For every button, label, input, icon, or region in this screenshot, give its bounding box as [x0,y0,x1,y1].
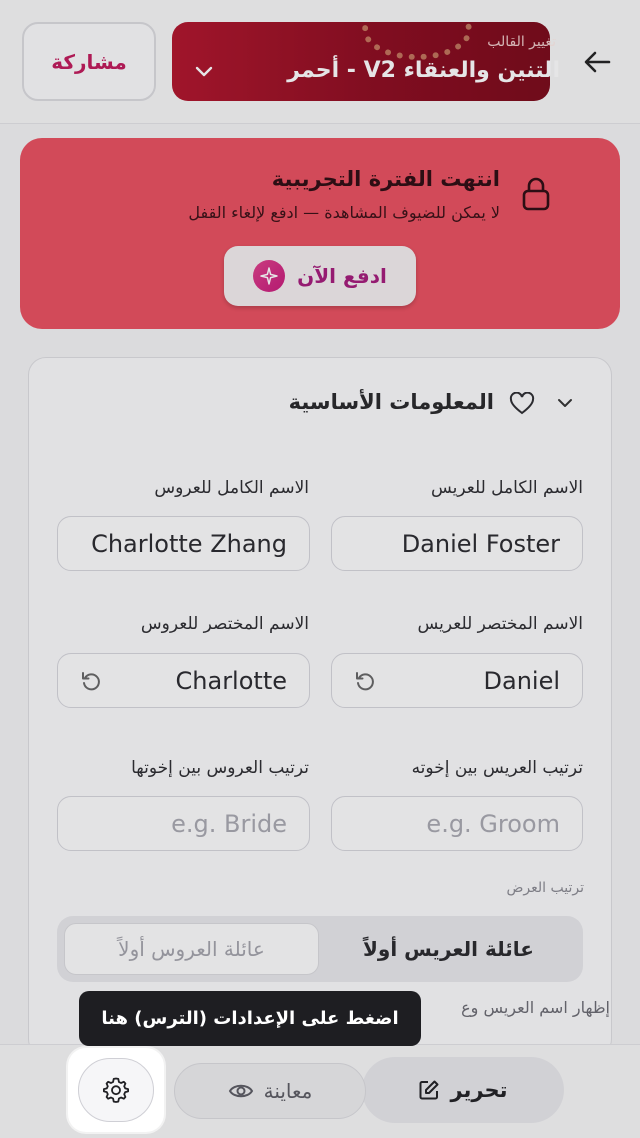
bride-short-name-label: الاسم المختصر للعروس [140,614,309,634]
settings-button[interactable] [78,1058,154,1122]
bride-short-name-value: Charlotte [175,666,287,695]
template-name[interactable]: التنين والعنقاء V2 - أحمر [287,58,560,83]
bride-order-placeholder: e.g. Bride [171,809,287,838]
preview-label: معاينة [263,1079,313,1103]
display-order-label: ترتيب العرض [506,880,585,896]
lock-icon [521,177,551,215]
template-change-label: تغيير القالب [487,34,556,50]
groom-order-label: ترتيب العريس بين إخوته [411,758,583,778]
template-decoration [362,22,472,60]
groom-short-name-value: Daniel [483,666,561,695]
display-order-toggle: عائلة العريس أولاً عائلة العروس أولاً [57,916,583,982]
groom-full-name-value: Daniel Foster [401,529,560,558]
onboarding-tooltip: اضغط على الإعدادات (الترس) هنا [79,991,421,1046]
chevron-down-icon[interactable] [556,394,574,413]
groom-full-name-input[interactable]: Daniel Foster [331,516,583,571]
tooltip-text: اضغط على الإعدادات (الترس) هنا [101,1008,399,1029]
preview-button[interactable]: معاينة [174,1063,366,1119]
groom-short-name-label: الاسم المختصر للعريس [417,614,583,634]
reset-icon[interactable] [354,670,376,698]
share-button-label: مشاركة [51,49,127,74]
arrow-left-icon [584,51,611,73]
bride-order-label: ترتيب العروس بين إخوتها [131,758,309,778]
gear-icon [103,1077,129,1103]
trial-title: انتهت الفترة التجريبية [271,167,500,191]
pay-now-label: ادفع الآن [297,264,387,288]
groom-order-placeholder: e.g. Groom [426,809,560,838]
groom-order-input[interactable]: e.g. Groom [331,796,583,851]
bride-full-name-label: الاسم الكامل للعروس [154,478,309,498]
bride-short-name-input[interactable]: Charlotte [57,653,310,708]
groom-full-name-label: الاسم الكامل للعريس [430,478,583,498]
show-names-option-label: إظهار اسم العريس وع [461,998,610,1017]
pay-now-button[interactable]: ادفع الآن [224,246,416,306]
bride-family-first-option[interactable]: عائلة العروس أولاً [64,923,319,975]
share-button[interactable]: مشاركة [22,22,156,101]
groom-family-first-option[interactable]: عائلة العريس أولاً [321,923,576,975]
edit-button[interactable]: تحرير [362,1057,564,1123]
eye-icon [228,1084,253,1098]
sparkle-icon [253,260,286,292]
back-button[interactable] [572,42,622,82]
section-title[interactable]: المعلومات الأساسية [289,390,494,414]
edit-pencil-icon [419,1080,439,1100]
settings-highlight [68,1048,164,1132]
reset-icon[interactable] [80,670,102,698]
chevron-down-icon[interactable] [195,63,213,82]
bride-order-input[interactable]: e.g. Bride [57,796,310,851]
groom-short-name-input[interactable]: Daniel [331,653,583,708]
bride-full-name-input[interactable]: Charlotte Zhang [57,516,310,571]
heart-icon [509,391,535,420]
edit-label: تحرير [450,1078,508,1102]
bride-full-name-value: Charlotte Zhang [91,529,287,558]
trial-subtitle: لا يمكن للضيوف المشاهدة — ادفع لإلغاء ال… [188,203,500,222]
